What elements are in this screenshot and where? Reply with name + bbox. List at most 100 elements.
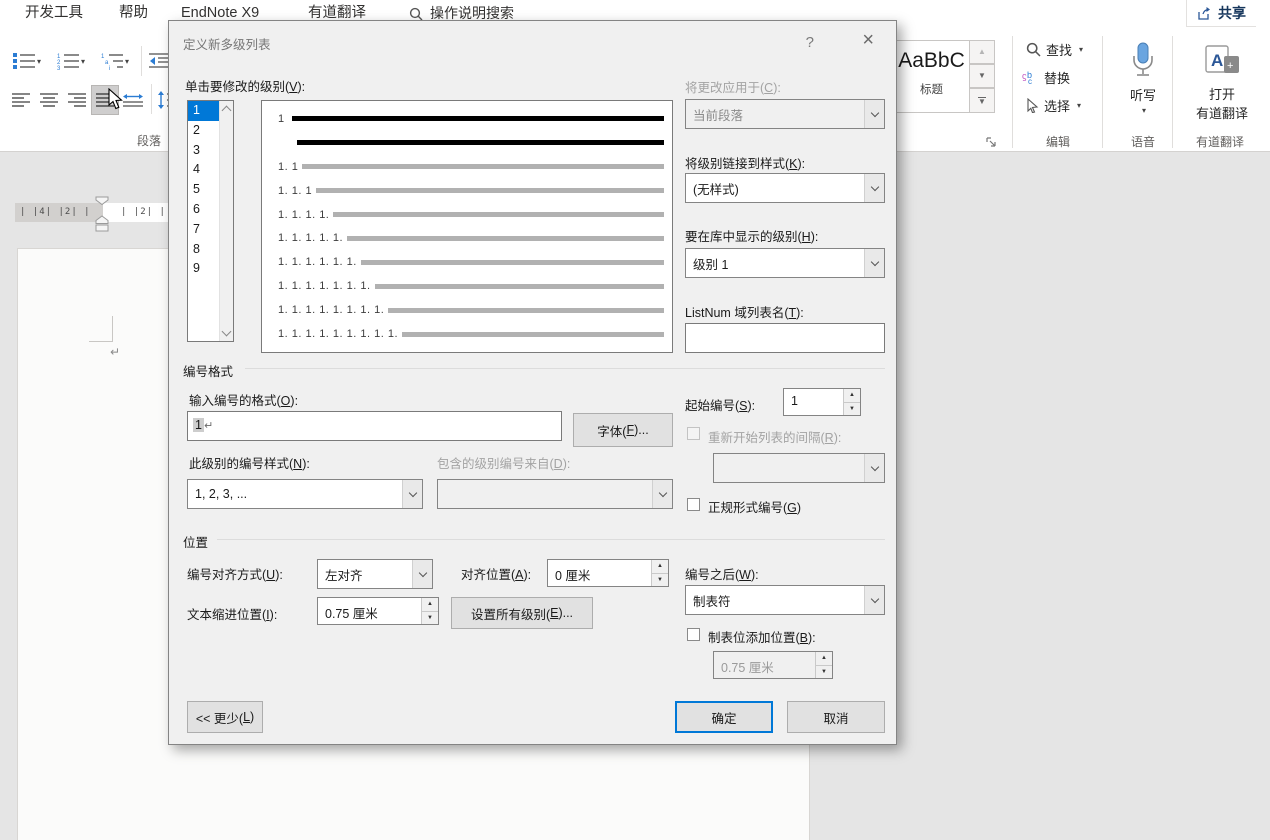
follow-number-label: 编号之后(W): (685, 568, 759, 582)
number-style-label: 此级别的编号样式(N): (189, 457, 310, 471)
margin-corner-mark (89, 341, 113, 342)
share-button[interactable]: 共享 (1186, 0, 1256, 27)
multilevel-list-button[interactable]: 1ai ▾ (96, 48, 134, 74)
divider (1102, 36, 1103, 148)
number-format-section-label: 编号格式 (183, 365, 234, 379)
distribute-button[interactable] (120, 86, 146, 114)
font-button[interactable]: 字体(F)... (573, 413, 673, 447)
first-line-indent-marker[interactable] (95, 196, 109, 205)
include-level-combo (437, 479, 673, 509)
bullets-button[interactable]: ▾ (8, 48, 46, 74)
listbox-scrollbar[interactable] (219, 101, 233, 341)
restart-combo (713, 453, 885, 483)
help-button[interactable]: ? (806, 34, 814, 51)
aligned-at-spinner[interactable]: 0 厘米 ▲ ▼ (547, 559, 669, 587)
add-tab-stop-checkbox[interactable] (687, 628, 700, 641)
spin-up-icon: ▲ (844, 389, 860, 403)
numbering-button[interactable]: 123 ▾ (52, 48, 90, 74)
level-option-6[interactable]: 6 (188, 200, 219, 220)
align-center-button[interactable] (36, 86, 62, 114)
gallery-level-label: 要在库中显示的级别(H): (685, 230, 819, 244)
scroll-up-icon[interactable] (221, 105, 232, 116)
legal-numbering-label: 正规形式编号(G) (708, 501, 802, 515)
paragraph-mark: ↵ (110, 345, 121, 359)
preview-row: 1. 1. 1. 1. 1. (272, 227, 664, 251)
replace-button[interactable]: ϛbc 替换 (1022, 68, 1070, 87)
align-left-button[interactable] (8, 86, 34, 114)
styles-more-button[interactable]: ▼ (969, 88, 995, 113)
search-icon (409, 7, 423, 21)
level-option-8[interactable]: 8 (188, 240, 219, 260)
dictate-button[interactable]: 听写 ▾ (1118, 42, 1168, 115)
divider (1012, 36, 1013, 148)
align-right-button[interactable] (64, 86, 90, 114)
aligned-at-label: 对齐位置(A): (461, 568, 532, 582)
link-style-label: 将级别链接到样式(K): (685, 157, 806, 171)
text-indent-spinner[interactable]: 0.75 厘米 ▲ ▼ (317, 597, 439, 625)
spin-down-icon: ▼ (652, 573, 668, 586)
start-at-label: 起始编号(S): (685, 399, 756, 413)
gallery-level-combo[interactable]: 级别 1 (685, 248, 885, 278)
chevron-down-icon (412, 560, 432, 588)
define-multilevel-list-dialog: 定义新多级列表 ? × 单击要修改的级别(V): 1 2 3 4 5 6 7 8… (168, 20, 897, 745)
justify-button[interactable] (91, 85, 119, 115)
level-option-5[interactable]: 5 (188, 180, 219, 200)
spin-up-icon: ▲ (422, 598, 438, 612)
margin-corner-mark (112, 316, 113, 341)
tab-help[interactable]: 帮助 (119, 0, 148, 27)
list-preview: 1 1. 1 1. 1. 1 1. 1. 1. 1. 1. 1. 1. 1. 1… (261, 100, 673, 353)
open-youdao-line1: 打开 (1208, 87, 1235, 102)
follow-number-combo[interactable]: 制表符 (685, 585, 885, 615)
start-at-spinner[interactable]: 1 ▲ ▼ (783, 388, 861, 416)
open-youdao-button[interactable]: A + 打开 有道翻译 (1184, 44, 1260, 122)
style-card-heading[interactable]: AaBbC 标题 (893, 40, 969, 113)
level-option-7[interactable]: 7 (188, 220, 219, 240)
spin-down-icon: ▼ (844, 402, 860, 415)
styles-scroll-up-button[interactable]: ▲ (969, 40, 995, 64)
chevron-down-icon (864, 100, 884, 128)
cancel-button[interactable]: 取消 (787, 701, 885, 733)
hanging-indent-marker[interactable] (95, 215, 109, 232)
listnum-input[interactable] (685, 323, 885, 353)
restart-label: 重新开始列表的间隔(R): (708, 431, 842, 445)
dictate-label: 听写 (1129, 88, 1156, 103)
find-button[interactable]: 查找 ▾ (1026, 40, 1083, 59)
youdao-group-label: 有道翻译 (1196, 135, 1245, 149)
level-option-4[interactable]: 4 (188, 160, 219, 180)
level-listbox[interactable]: 1 2 3 4 5 6 7 8 9 (187, 100, 234, 342)
legal-numbering-checkbox[interactable] (687, 498, 700, 511)
spin-up-icon: ▲ (816, 652, 832, 666)
level-option-2[interactable]: 2 (188, 121, 219, 141)
spin-down-icon: ▼ (422, 611, 438, 624)
link-style-combo[interactable]: (无样式) (685, 173, 885, 203)
ruler-ticks-right: | |2| | (121, 207, 166, 217)
select-button[interactable]: 选择 ▾ (1026, 96, 1081, 115)
replace-label: 替换 (1044, 71, 1071, 86)
close-button[interactable]: × (862, 29, 874, 52)
voice-group-label: 语音 (1131, 135, 1156, 149)
include-level-label: 包含的级别编号来自(D): (437, 457, 571, 471)
format-input[interactable]: 1 ↵ (187, 411, 562, 441)
ok-button[interactable]: 确定 (675, 701, 773, 733)
preview-row: 1. 1. 1. 1. 1. 1. 1. (272, 274, 664, 298)
find-icon (1026, 42, 1041, 57)
chevron-down-icon (402, 480, 422, 508)
styles-scroll-down-button[interactable]: ▼ (969, 64, 995, 88)
editing-group-label: 编辑 (1046, 135, 1071, 149)
align-combo[interactable]: 左对齐 (317, 559, 433, 589)
divider (141, 46, 142, 76)
styles-dialog-launcher[interactable] (986, 137, 998, 149)
svg-text:+: + (1227, 60, 1233, 72)
set-all-levels-button[interactable]: 设置所有级别(E)... (451, 597, 593, 629)
level-option-3[interactable]: 3 (188, 141, 219, 161)
level-option-1[interactable]: 1 (188, 101, 219, 121)
scroll-down-icon[interactable] (221, 326, 232, 337)
number-style-combo[interactable]: 1, 2, 3, ... (187, 479, 423, 509)
svg-text:c: c (1028, 77, 1032, 85)
tab-developer[interactable]: 开发工具 (25, 0, 83, 27)
dialog-title: 定义新多级列表 (183, 38, 271, 52)
find-label: 查找 (1046, 43, 1073, 58)
level-option-9[interactable]: 9 (188, 259, 219, 279)
less-button[interactable]: << 更少(L) (187, 701, 263, 733)
apply-to-label: 将更改应用于(C): (685, 81, 781, 95)
